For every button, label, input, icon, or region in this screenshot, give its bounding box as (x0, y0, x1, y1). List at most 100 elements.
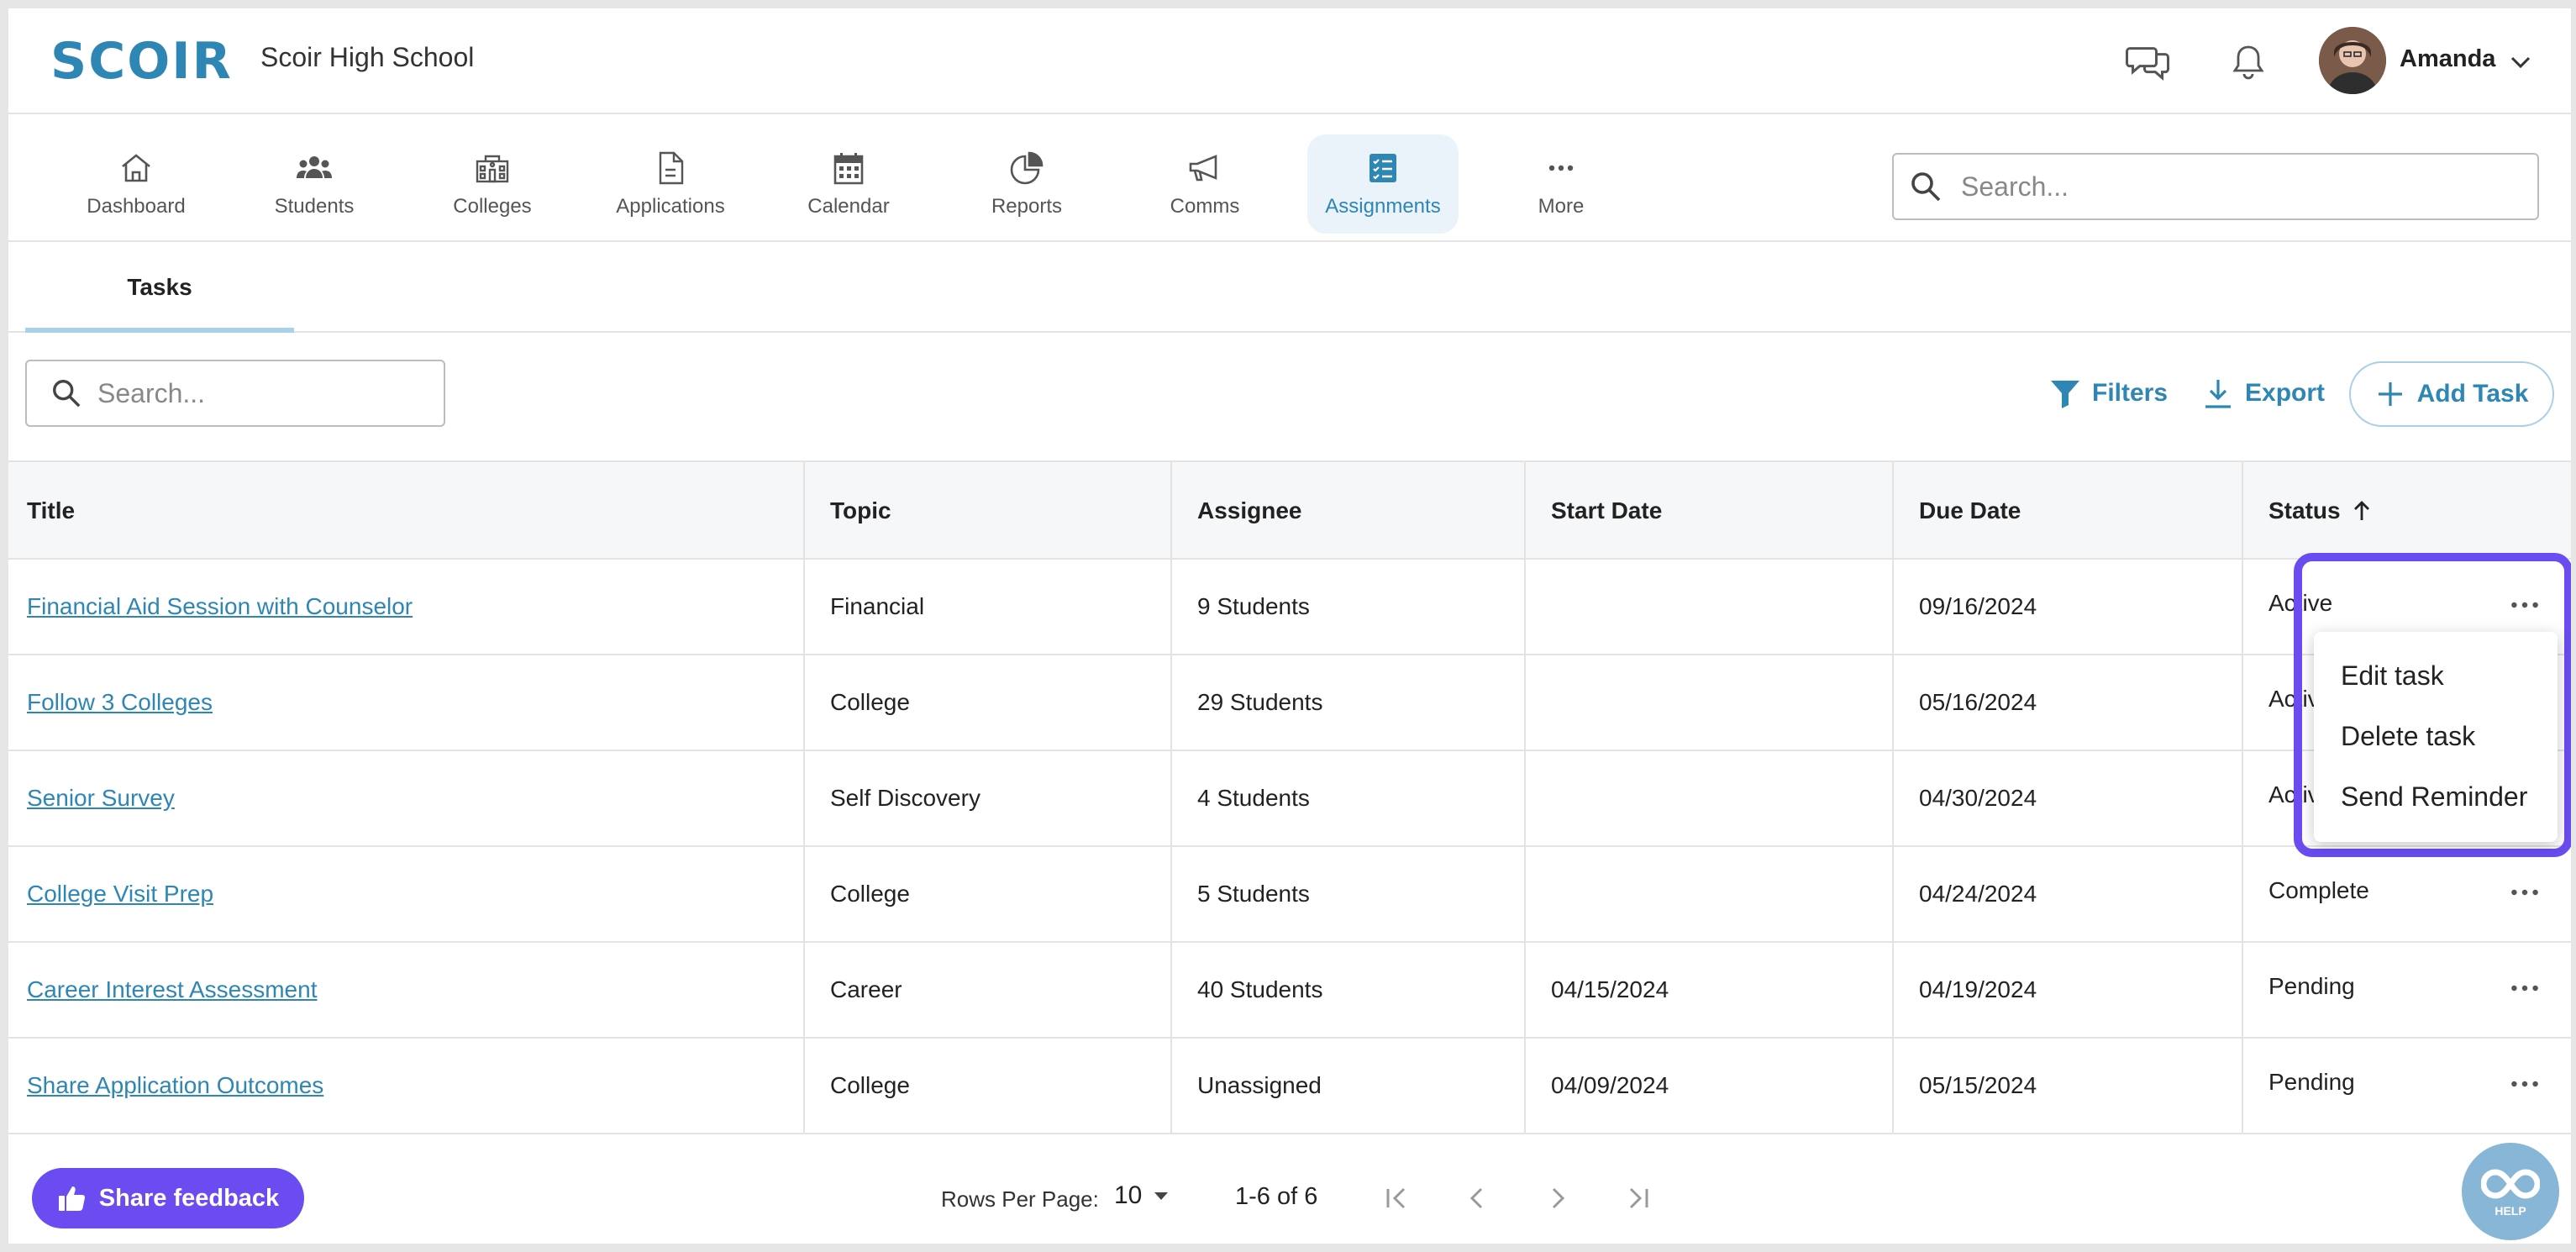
user-name[interactable]: Amanda (2400, 45, 2495, 73)
task-title-link[interactable]: Senior Survey (27, 785, 175, 812)
search-icon (53, 380, 81, 408)
column-header-assignee[interactable]: Assignee (1179, 462, 1532, 560)
cell-due-date: 09/16/2024 (1900, 560, 2248, 654)
cell-topic: Financial (812, 560, 1178, 654)
pie-chart-icon (1010, 151, 1044, 185)
export-label: Export (2245, 379, 2326, 407)
nav-item-assignments[interactable]: Assignments (1307, 134, 1459, 234)
rows-per-page-select[interactable]: 10 (1114, 1181, 1174, 1210)
chevron-right-icon (1552, 1187, 1565, 1209)
row-more-actions-icon[interactable] (2504, 876, 2546, 909)
next-page-button[interactable] (1538, 1178, 1578, 1218)
nav-item-applications[interactable]: Applications (595, 134, 746, 234)
share-feedback-button[interactable]: Share feedback (32, 1168, 304, 1228)
menu-item-delete-task[interactable]: Delete task (2314, 706, 2558, 766)
home-icon (122, 154, 150, 182)
task-title-link[interactable]: Share Application Outcomes (27, 1072, 323, 1099)
chevron-left-icon (1469, 1187, 1483, 1209)
table-body: Financial Aid Session with Counselor Fina… (8, 560, 2571, 1134)
nav-item-reports[interactable]: Reports (951, 134, 1102, 234)
cell-topic: College (812, 1039, 1178, 1133)
cell-start-date: 04/15/2024 (1532, 943, 1900, 1037)
rows-per-page-label: Rows Per Page: (941, 1186, 1099, 1212)
global-search[interactable] (1892, 153, 2539, 220)
column-divider (1892, 460, 1894, 1134)
cell-topic-text: College (830, 689, 910, 715)
task-search[interactable] (25, 360, 445, 427)
cell-due-date-text: 04/19/2024 (1919, 976, 2037, 1002)
column-divider (2242, 460, 2243, 1134)
menu-item-send-reminder[interactable]: Send Reminder (2314, 766, 2558, 827)
help-button[interactable]: HELP (2462, 1143, 2559, 1240)
cell-due-date: 05/15/2024 (1900, 1039, 2248, 1133)
nav-item-more[interactable]: More (1485, 134, 1637, 234)
students-icon (297, 156, 332, 178)
row-more-actions-icon[interactable] (2504, 971, 2546, 1005)
task-search-input[interactable] (97, 377, 434, 409)
nav-item-calendar[interactable]: Calendar (773, 134, 924, 234)
cell-title: Senior Survey (8, 751, 795, 845)
cell-status-text: Complete (2268, 877, 2369, 903)
global-search-input[interactable] (1961, 171, 2507, 203)
scoir-logo[interactable]: SCOIR (50, 32, 233, 91)
nav-label: Calendar (807, 195, 890, 218)
megaphone-icon (1189, 155, 1217, 181)
row-more-actions-icon[interactable] (2504, 1067, 2546, 1101)
table-row: Share Application Outcomes College Unassig… (8, 1039, 2571, 1134)
table-row: Follow 3 Colleges College 29 Students 05/16… (8, 655, 2571, 751)
chevron-down-icon[interactable] (2504, 45, 2537, 79)
task-title-link[interactable]: Financial Aid Session with Counselor (27, 593, 413, 620)
cell-assignee: Unassigned (1179, 1039, 1532, 1133)
cell-assignee-text: 9 Students (1197, 593, 1310, 619)
table-row: Financial Aid Session with Counselor Fina… (8, 560, 2571, 655)
plus-icon (2378, 382, 2402, 406)
column-header-start-date[interactable]: Start Date (1532, 462, 1900, 560)
chat-icon[interactable] (2122, 37, 2173, 87)
task-title-link[interactable]: Career Interest Assessment (27, 976, 317, 1003)
nav-item-students[interactable]: Students (239, 134, 390, 234)
column-header-title[interactable]: Title (8, 462, 795, 560)
tab-tasks[interactable]: Tasks (25, 244, 294, 331)
cell-topic-text: Self Discovery (830, 785, 980, 811)
main-nav: Dashboard Students Colleges Applications (8, 116, 2571, 242)
cell-status-text: Pending (2268, 1069, 2355, 1095)
nav-label: Applications (616, 195, 725, 218)
last-page-button[interactable] (1618, 1178, 1659, 1218)
share-feedback-label: Share feedback (98, 1184, 280, 1212)
task-title-link[interactable]: College Visit Prep (27, 881, 213, 907)
nav-item-comms[interactable]: Comms (1129, 134, 1280, 234)
export-button[interactable]: Export (2201, 361, 2325, 425)
column-header-due-date[interactable]: Due Date (1900, 462, 2248, 560)
cell-assignee-text: Unassigned (1197, 1072, 1322, 1098)
cell-due-date-text: 05/16/2024 (1919, 689, 2037, 715)
college-icon (476, 155, 509, 183)
user-avatar[interactable] (2319, 27, 2386, 94)
cell-start-date (1532, 655, 1900, 750)
cell-status: Complete (2250, 844, 2502, 938)
cell-assignee-text: 5 Students (1197, 881, 1310, 907)
nav-item-dashboard[interactable]: Dashboard (60, 134, 212, 234)
table-row: Career Interest Assessment Career 40 Stude… (8, 943, 2571, 1039)
cell-due-date: 04/30/2024 (1900, 751, 2248, 845)
cell-start-date (1532, 847, 1900, 941)
school-name: Scoir High School (260, 42, 475, 72)
menu-item-edit-task[interactable]: Edit task (2314, 645, 2558, 706)
nav-label: Students (274, 195, 355, 218)
calendar-icon (833, 153, 864, 185)
task-title-link[interactable]: Follow 3 Colleges (27, 689, 213, 716)
filters-button[interactable]: Filters (2048, 361, 2168, 425)
nav-label: Assignments (1325, 195, 1441, 218)
previous-page-button[interactable] (1457, 1178, 1497, 1218)
first-page-button[interactable] (1376, 1178, 1417, 1218)
add-task-button[interactable]: Add Task (2349, 361, 2554, 427)
column-header-topic[interactable]: Topic (812, 462, 1178, 560)
cell-status-text: Pending (2268, 973, 2355, 999)
search-icon (1911, 172, 1941, 202)
cell-start-date-text: 04/15/2024 (1551, 976, 1669, 1002)
cell-assignee-text: 40 Students (1197, 976, 1323, 1002)
bell-icon[interactable] (2223, 37, 2274, 87)
filters-label: Filters (2092, 379, 2169, 407)
column-header-status[interactable]: Status (2250, 462, 2569, 560)
nav-item-colleges[interactable]: Colleges (417, 134, 568, 234)
cell-status: Pending (2250, 939, 2502, 1034)
